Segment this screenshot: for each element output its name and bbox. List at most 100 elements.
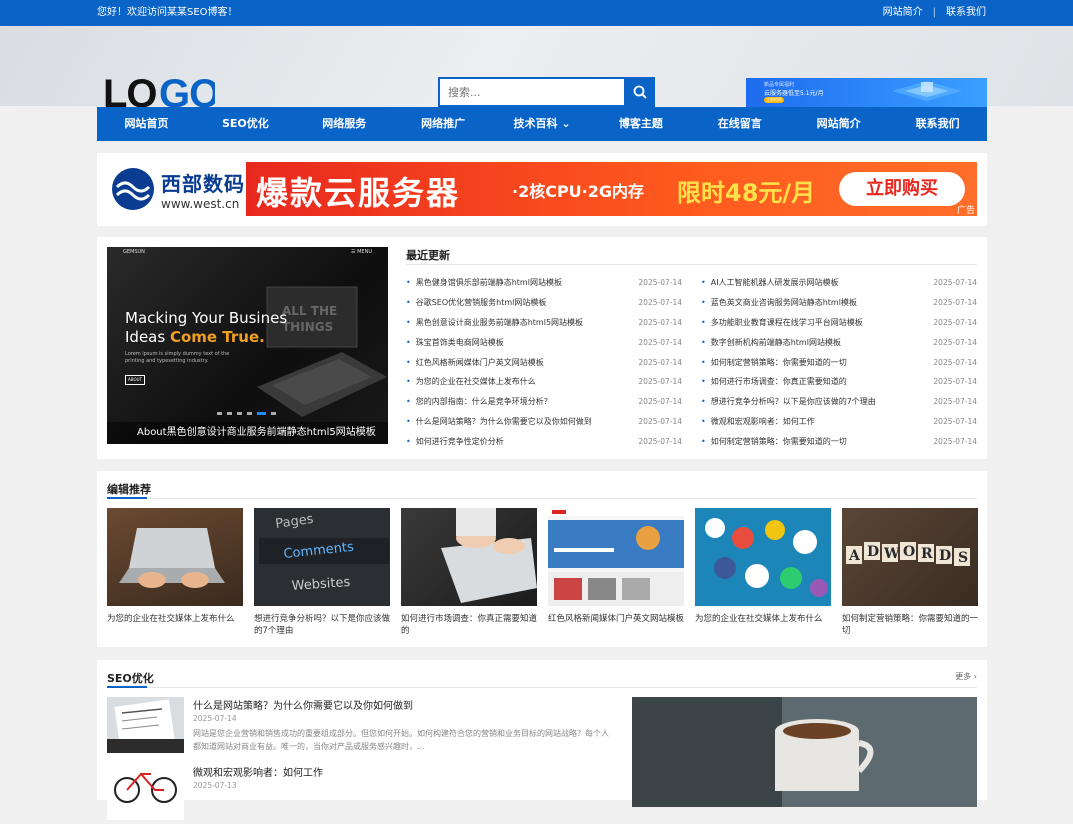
nav-promotion[interactable]: 网络推广 xyxy=(394,107,493,141)
pick-caption[interactable]: 如何进行市场调查：你真正需要知道的 xyxy=(401,613,537,637)
latest-item-title[interactable]: 红色风格新闻媒体门户英文网站模板 xyxy=(406,357,544,368)
slider-dot[interactable] xyxy=(247,412,252,415)
latest-item[interactable]: 想进行竞争分析吗？以下是你应该做的7个理由 2025-07-14 xyxy=(701,392,977,412)
pick-image-laptop[interactable] xyxy=(107,508,243,606)
server-illustration-icon xyxy=(892,81,962,101)
latest-item-title[interactable]: 数字创新机构前端静态html网站模板 xyxy=(701,337,841,348)
latest-item-title[interactable]: 如何制定营销策略：你需要知道的一切 xyxy=(701,436,847,447)
header-banner-ad[interactable]: 新品专属福利 云服务器低至5.1元/月 立即抢购 xyxy=(746,78,987,107)
latest-item-title[interactable]: 如何制定营销策略：你需要知道的一切 xyxy=(701,357,847,368)
top-link-contact[interactable]: 联系我们 xyxy=(946,0,986,26)
slider-dot[interactable] xyxy=(271,412,276,415)
latest-item[interactable]: 多功能职业教育课程在线学习平台网站模板 2025-07-14 xyxy=(701,313,977,333)
svg-text:THINGS: THINGS xyxy=(282,320,333,334)
slider-brand: GEMSUN xyxy=(123,249,145,255)
pick-image-adwords[interactable]: A D W O R D S xyxy=(842,508,978,606)
article-item[interactable]: 什么是网站策略？为什么你需要它以及你如何做到 2025-07-14 网站是您企业… xyxy=(107,697,609,757)
nav-seo[interactable]: SEO优化 xyxy=(196,107,295,141)
nav-contact[interactable]: 联系我们 xyxy=(888,107,987,141)
latest-item-title[interactable]: 为您的企业在社交媒体上发布什么 xyxy=(406,376,536,387)
slider-dot[interactable] xyxy=(217,412,222,415)
social-icons-photo xyxy=(705,518,828,597)
pick-card[interactable]: 红色风格新闻媒体门户英文网站模板 xyxy=(548,508,684,637)
latest-item-title[interactable]: 谷歌SEO优化营销服务html网站模板 xyxy=(406,297,547,308)
hero-slider[interactable]: GEMSUN ☰ MENU ALL THE THINGS Macking You… xyxy=(107,247,388,444)
latest-item[interactable]: 如何制定营销策略：你需要知道的一切 2025-07-14 xyxy=(701,431,977,451)
slider-headline-b: Ideas xyxy=(125,328,170,346)
latest-item-title[interactable]: 如何进行竞争性定价分析 xyxy=(406,436,504,447)
slider-dot-active[interactable] xyxy=(257,412,266,415)
search-button[interactable] xyxy=(624,77,655,107)
pick-caption[interactable]: 为您的企业在社交媒体上发布什么 xyxy=(695,613,831,637)
latest-item[interactable]: 如何进行竞争性定价分析 2025-07-14 xyxy=(406,431,682,451)
article-thumb[interactable] xyxy=(107,697,184,753)
latest-item-title[interactable]: 珠宝首饰类电商网站模板 xyxy=(406,337,504,348)
latest-item[interactable]: 谷歌SEO优化营销服务html网站模板 2025-07-14 xyxy=(406,293,682,313)
search-input[interactable] xyxy=(438,77,624,107)
latest-item[interactable]: 黑色健身馆俱乐部前端静态html网站模板 2025-07-14 xyxy=(406,273,682,293)
latest-item-title[interactable]: 您的内部指南：什么是竞争环境分析? xyxy=(406,396,548,407)
latest-item[interactable]: 为您的企业在社交媒体上发布什么 2025-07-14 xyxy=(406,372,682,392)
slider-more-button[interactable]: ABOUT xyxy=(125,375,145,385)
latest-item[interactable]: AI人工智能机器人研发展示网站模板 2025-07-14 xyxy=(701,273,977,293)
latest-item-title[interactable]: 多功能职业教育课程在线学习平台网站模板 xyxy=(701,317,863,328)
seo-featured-image[interactable] xyxy=(632,697,977,807)
slider-dot[interactable] xyxy=(227,412,232,415)
latest-item[interactable]: 微观和宏观影响者：如何工作 2025-07-14 xyxy=(701,412,977,432)
nav-messages[interactable]: 在线留言 xyxy=(690,107,789,141)
article-title[interactable]: 什么是网站策略？为什么你需要它以及你如何做到 xyxy=(193,697,413,712)
latest-item[interactable]: 如何进行市场调查：你真正需要知道的 2025-07-14 xyxy=(701,372,977,392)
pick-caption[interactable]: 为您的企业在社交媒体上发布什么 xyxy=(107,613,243,637)
latest-item-title[interactable]: 什么是网站策略？为什么你需要它以及你如何做到 xyxy=(406,416,592,427)
pick-card[interactable]: A D W O R D S 如何制定营销策略：你需要知道的一切 xyxy=(842,508,978,637)
pick-card[interactable]: Pages Comments Websites 想进行竞争分析吗？以下是你应该做… xyxy=(254,508,390,637)
latest-item-title[interactable]: 黑色健身馆俱乐部前端静态html网站模板 xyxy=(406,277,562,288)
latest-item[interactable]: 如何制定营销策略：你需要知道的一切 2025-07-14 xyxy=(701,352,977,372)
nav-about[interactable]: 网站简介 xyxy=(789,107,888,141)
slider-menu: ☰ MENU xyxy=(351,249,372,255)
article-title[interactable]: 微观和宏观影响者：如何工作 xyxy=(193,764,323,779)
latest-item-title[interactable]: 想进行竞争分析吗？以下是你应该做的7个理由 xyxy=(701,396,876,407)
slider-caption[interactable]: About黑色创意设计商业服务前端静态html5网站模板 xyxy=(107,422,388,444)
latest-item-date: 2025-07-14 xyxy=(638,357,682,367)
latest-item-title[interactable]: 蓝色英文商业咨询服务网站静态html模板 xyxy=(701,297,857,308)
laptop-photo: ALL THE THINGS xyxy=(257,286,387,417)
latest-item[interactable]: 红色风格新闻媒体门户英文网站模板 2025-07-14 xyxy=(406,352,682,372)
latest-item[interactable]: 珠宝首饰类电商网站模板 2025-07-14 xyxy=(406,332,682,352)
editor-picks-grid: 为您的企业在社交媒体上发布什么 Pages Comments Websites … xyxy=(107,508,978,637)
nav-services[interactable]: 网络服务 xyxy=(295,107,394,141)
pick-image-social-icons[interactable] xyxy=(695,508,831,606)
slider-dot[interactable] xyxy=(237,412,242,415)
pick-image-news-template[interactable] xyxy=(548,508,684,606)
pick-card[interactable]: 为您的企业在社交媒体上发布什么 xyxy=(695,508,831,637)
editor-picks-title: 编辑推荐 xyxy=(107,483,151,496)
article-thumb[interactable] xyxy=(107,764,184,820)
latest-item[interactable]: 蓝色英文商业咨询服务网站静态html模板 2025-07-14 xyxy=(701,293,977,313)
latest-item-title[interactable]: AI人工智能机器人研发展示网站模板 xyxy=(701,277,839,288)
latest-item[interactable]: 您的内部指南：什么是竞争环境分析? 2025-07-14 xyxy=(406,392,682,412)
ad-buy-button[interactable]: 立即购买 xyxy=(839,172,965,206)
main-nav: 网站首页 SEO优化 网络服务 网络推广 技术百科 ⌄ 博客主题 在线留言 网站… xyxy=(97,107,987,141)
seo-more-link[interactable]: 更多 › xyxy=(955,671,977,682)
top-link-about[interactable]: 网站简介 xyxy=(883,0,923,26)
pick-image-comments[interactable]: Pages Comments Websites xyxy=(254,508,390,606)
nav-home[interactable]: 网站首页 xyxy=(97,107,196,141)
pick-card[interactable]: 如何进行市场调查：你真正需要知道的 xyxy=(401,508,537,637)
latest-item-title[interactable]: 如何进行市场调查：你真正需要知道的 xyxy=(701,376,847,387)
nav-tech[interactable]: 技术百科 ⌄ xyxy=(493,107,592,141)
pick-caption[interactable]: 想进行竞争分析吗？以下是你应该做的7个理由 xyxy=(254,613,390,637)
article-item[interactable]: 微观和宏观影响者：如何工作 2025-07-13 xyxy=(107,764,607,824)
latest-item-title[interactable]: 黑色创意设计商业服务前端静态html5网站模板 xyxy=(406,317,583,328)
pick-card[interactable]: 为您的企业在社交媒体上发布什么 xyxy=(107,508,243,637)
coffee-cup-photo xyxy=(632,697,977,807)
latest-item[interactable]: 什么是网站策略？为什么你需要它以及你如何做到 2025-07-14 xyxy=(406,412,682,432)
seo-section-divider xyxy=(107,686,977,688)
pick-image-typing[interactable] xyxy=(401,508,537,606)
nav-themes[interactable]: 博客主题 xyxy=(591,107,690,141)
latest-item[interactable]: 数字创新机构前端静态html网站模板 2025-07-14 xyxy=(701,332,977,352)
pick-caption[interactable]: 如何制定营销策略：你需要知道的一切 xyxy=(842,613,978,637)
latest-item[interactable]: 黑色创意设计商业服务前端静态html5网站模板 2025-07-14 xyxy=(406,313,682,333)
pick-caption[interactable]: 红色风格新闻媒体门户英文网站模板 xyxy=(548,613,684,637)
latest-item-title[interactable]: 微观和宏观影响者：如何工作 xyxy=(701,416,815,427)
ad-banner[interactable]: 西部数码 www.west.cn 爆款云服务器 ·2核CPU·2G内存 限时48… xyxy=(97,153,987,226)
